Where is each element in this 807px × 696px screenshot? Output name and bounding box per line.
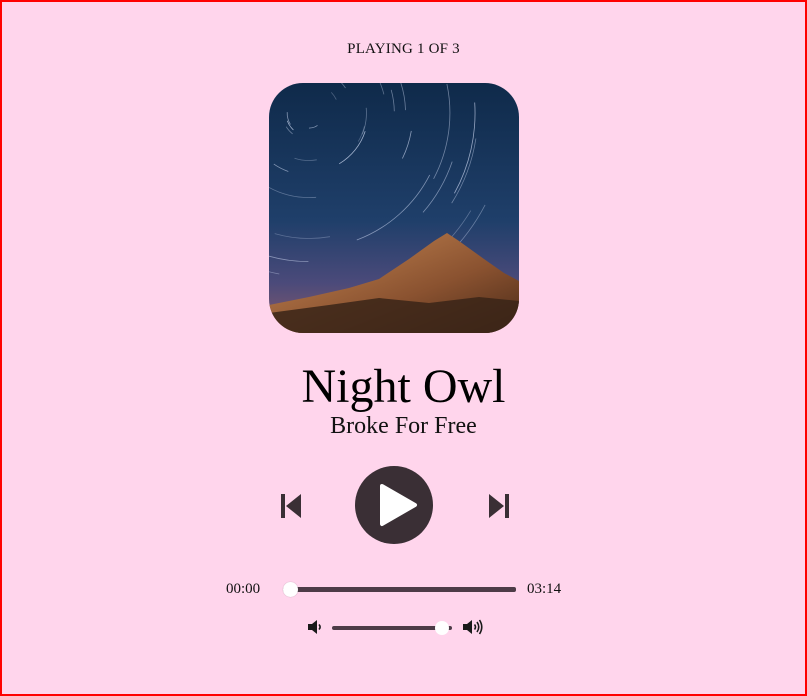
current-time: 00:00 xyxy=(226,581,261,597)
volume-slider[interactable] xyxy=(332,626,452,630)
play-icon xyxy=(355,466,433,544)
album-art xyxy=(269,83,519,333)
volume-thumb[interactable] xyxy=(435,621,450,635)
skip-next-icon xyxy=(489,494,509,518)
volume-low-icon xyxy=(308,620,321,634)
playlist-counter: PLAYING 1 OF 3 xyxy=(347,41,460,57)
skip-previous-icon xyxy=(281,494,301,518)
volume-low-button[interactable] xyxy=(307,619,323,635)
track-title: Night Owl xyxy=(301,360,506,413)
progress-thumb[interactable] xyxy=(282,582,298,597)
track-duration: 03:14 xyxy=(527,581,562,597)
volume-high-button[interactable] xyxy=(462,618,484,636)
track-artist: Broke For Free xyxy=(330,413,477,439)
music-player: PLAYING 1 OF 3 Night Owl Broke For Free … xyxy=(0,0,807,696)
volume-high-icon xyxy=(463,619,483,635)
next-track-button[interactable] xyxy=(486,491,512,521)
previous-track-button[interactable] xyxy=(278,491,304,521)
play-button[interactable] xyxy=(355,466,433,544)
progress-slider[interactable] xyxy=(283,587,516,592)
